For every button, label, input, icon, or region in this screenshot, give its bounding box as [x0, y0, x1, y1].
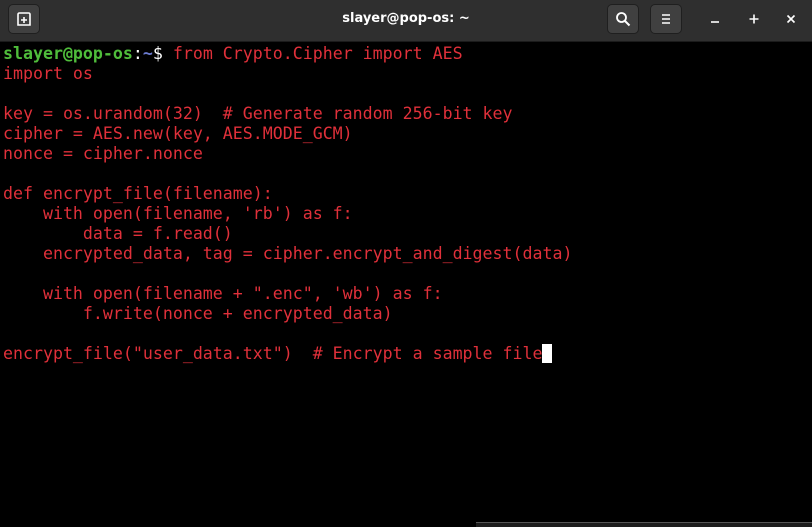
terminal-output[interactable]: slayer@pop-os:~$ from Crypto.Cipher impo…: [0, 42, 812, 527]
close-icon: [786, 14, 796, 24]
code-line: key = os.urandom(32) # Generate random 2…: [3, 104, 513, 123]
code-line: encrypted_data, tag = cipher.encrypt_and…: [3, 244, 573, 263]
maximize-button[interactable]: [743, 8, 765, 30]
text-cursor: [542, 344, 553, 363]
maximize-icon: [749, 14, 759, 24]
hamburger-menu-icon: [662, 14, 670, 24]
menu-button[interactable]: [650, 4, 682, 34]
prompt-user-host: slayer@pop-os: [3, 44, 133, 63]
code-line: with open(filename, 'rb') as f:: [3, 204, 353, 223]
code-line: import os: [3, 64, 93, 83]
code-line: def encrypt_file(filename):: [3, 184, 273, 203]
minimize-button[interactable]: [704, 8, 726, 30]
current-input-text: encrypt_file("user_data.txt") # Encrypt …: [3, 344, 543, 363]
window-title: slayer@pop-os: ~: [342, 11, 470, 26]
terminal-window: slayer@pop-os: ~ slayer@pop-os:~$ from C…: [0, 0, 812, 527]
close-button[interactable]: [780, 8, 802, 30]
code-line: f.write(nonce + encrypted_data): [3, 304, 393, 323]
search-icon: [616, 12, 631, 27]
prompt-symbol: $: [152, 44, 173, 63]
prompt-path: ~: [142, 44, 153, 63]
search-button[interactable]: [607, 4, 639, 34]
current-input-line[interactable]: encrypt_file("user_data.txt") # Encrypt …: [3, 344, 812, 364]
code-line: nonce = cipher.nonce: [3, 144, 203, 163]
code-line: cipher = AES.new(key, AES.MODE_GCM): [3, 124, 353, 143]
minimize-icon: [711, 21, 719, 23]
code-line: with open(filename + ".enc", 'wb') as f:: [3, 284, 443, 303]
background-window-edge: [476, 522, 812, 527]
new-tab-button[interactable]: [8, 4, 40, 34]
new-tab-icon: [17, 12, 31, 26]
prompt-line: slayer@pop-os:~$ from Crypto.Cipher impo…: [3, 44, 812, 64]
command-text: from Crypto.Cipher import AES: [172, 44, 463, 63]
prompt-separator: :: [132, 44, 143, 63]
code-line: data = f.read(): [3, 224, 233, 243]
title-bar[interactable]: slayer@pop-os: ~: [0, 0, 812, 42]
